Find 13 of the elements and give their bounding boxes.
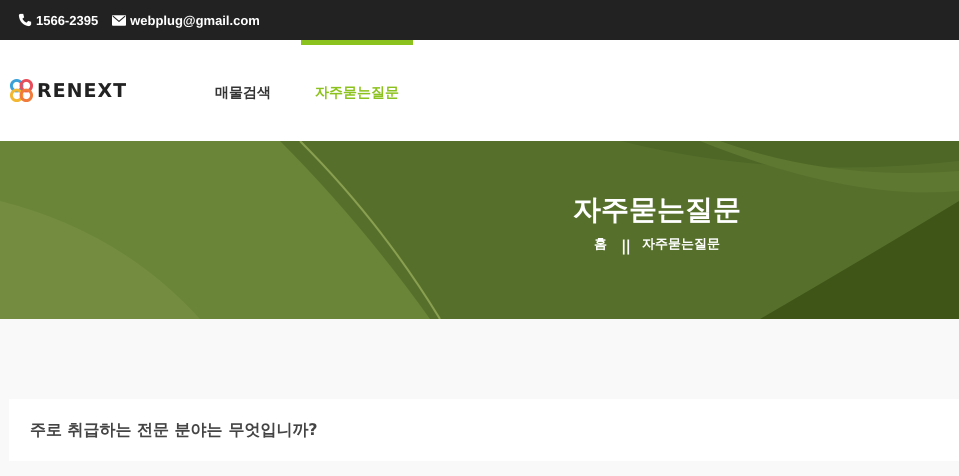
faq-item[interactable]: 주로 취급하는 전문 분야는 무엇입니까? — [9, 399, 959, 461]
breadcrumb-link[interactable]: 홈 — [594, 235, 608, 255]
breadcrumb-link[interactable]: 자주묻는질문 — [642, 235, 720, 255]
phone-number: 1566-2395 — [36, 12, 98, 28]
phone-icon — [18, 13, 32, 27]
logo-icon — [9, 78, 34, 103]
logo-text: RENEXT — [37, 80, 128, 102]
page-title: 자주묻는질문 — [573, 192, 741, 228]
envelope-icon — [112, 14, 126, 26]
faq-question: 주로 취급하는 전문 분야는 무엇입니까? — [30, 420, 318, 440]
email-address: webplug@gmail.com — [130, 12, 260, 28]
breadcrumb-separator: || — [621, 237, 630, 255]
nav-link[interactable]: 매물검색 — [199, 40, 285, 141]
